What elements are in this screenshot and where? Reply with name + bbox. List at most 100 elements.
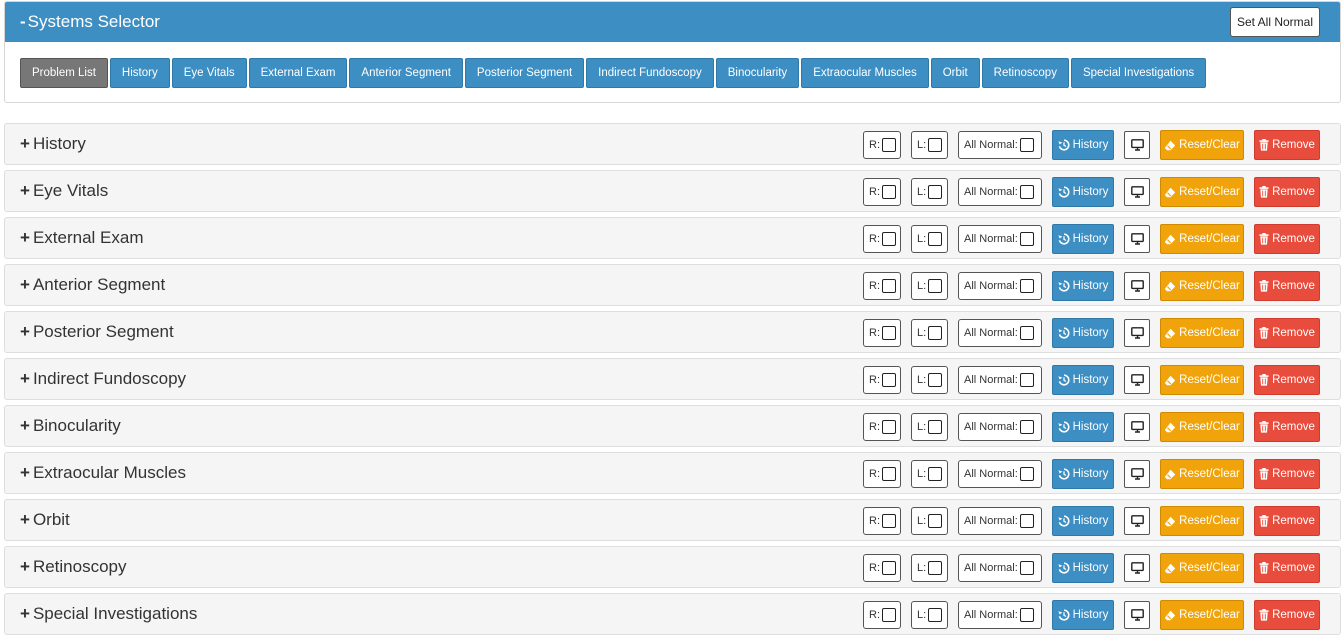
reset-clear-button[interactable]: Reset/Clear xyxy=(1160,412,1244,442)
all-normal-check-box[interactable] xyxy=(1019,138,1034,152)
remove-button[interactable]: Remove xyxy=(1254,600,1320,630)
all-normal-checkbox[interactable]: All Normal: xyxy=(958,413,1042,441)
left-eye-check-box[interactable] xyxy=(928,561,943,575)
remove-button[interactable]: Remove xyxy=(1254,224,1320,254)
left-eye-checkbox[interactable]: L: xyxy=(911,460,948,488)
section-title[interactable]: + External Exam xyxy=(20,228,143,248)
left-eye-checkbox[interactable]: L: xyxy=(911,178,948,206)
remove-button[interactable]: Remove xyxy=(1254,459,1320,489)
all-normal-checkbox[interactable]: All Normal: xyxy=(958,225,1042,253)
reset-clear-button[interactable]: Reset/Clear xyxy=(1160,506,1244,536)
display-button[interactable] xyxy=(1124,319,1150,347)
history-button[interactable]: History xyxy=(1052,459,1114,489)
system-tab-posterior-segment[interactable]: Posterior Segment xyxy=(464,58,585,88)
left-eye-check-box[interactable] xyxy=(928,279,943,293)
left-eye-check-box[interactable] xyxy=(928,185,943,199)
display-button[interactable] xyxy=(1124,460,1150,488)
section-title[interactable]: + Binocularity xyxy=(20,416,121,436)
section-title[interactable]: + Indirect Fundoscopy xyxy=(20,369,186,389)
left-eye-checkbox[interactable]: L: xyxy=(911,554,948,582)
section-title[interactable]: + Anterior Segment xyxy=(20,275,165,295)
history-button[interactable]: History xyxy=(1052,318,1114,348)
right-eye-check-box[interactable] xyxy=(882,232,896,246)
section-title[interactable]: + Extraocular Muscles xyxy=(20,463,186,483)
all-normal-checkbox[interactable]: All Normal: xyxy=(958,272,1042,300)
left-eye-checkbox[interactable]: L: xyxy=(911,366,948,394)
history-button[interactable]: History xyxy=(1052,224,1114,254)
left-eye-check-box[interactable] xyxy=(928,373,943,387)
right-eye-check-box[interactable] xyxy=(882,420,896,434)
history-button[interactable]: History xyxy=(1052,177,1114,207)
left-eye-checkbox[interactable]: L: xyxy=(911,131,948,159)
all-normal-check-box[interactable] xyxy=(1019,373,1034,387)
section-title[interactable]: + Orbit xyxy=(20,510,70,530)
right-eye-check-box[interactable] xyxy=(882,608,896,622)
right-eye-check-box[interactable] xyxy=(882,326,896,340)
right-eye-checkbox[interactable]: R: xyxy=(863,601,901,629)
left-eye-check-box[interactable] xyxy=(928,467,943,481)
remove-button[interactable]: Remove xyxy=(1254,412,1320,442)
system-tab-orbit[interactable]: Orbit xyxy=(930,58,980,88)
system-tab-problem-list[interactable]: Problem List xyxy=(20,58,108,88)
reset-clear-button[interactable]: Reset/Clear xyxy=(1160,177,1244,207)
system-tab-anterior-segment[interactable]: Anterior Segment xyxy=(349,58,463,88)
display-button[interactable] xyxy=(1124,272,1150,300)
all-normal-checkbox[interactable]: All Normal: xyxy=(958,178,1042,206)
right-eye-checkbox[interactable]: R: xyxy=(863,319,901,347)
all-normal-check-box[interactable] xyxy=(1019,279,1034,293)
system-tab-binocularity[interactable]: Binocularity xyxy=(715,58,800,88)
systems-selector-title[interactable]: - Systems Selector xyxy=(20,12,160,32)
right-eye-checkbox[interactable]: R: xyxy=(863,554,901,582)
all-normal-check-box[interactable] xyxy=(1019,467,1034,481)
display-button[interactable] xyxy=(1124,178,1150,206)
left-eye-check-box[interactable] xyxy=(928,608,943,622)
remove-button[interactable]: Remove xyxy=(1254,130,1320,160)
systems-selector-header[interactable]: - Systems Selector Set All Normal xyxy=(5,2,1340,42)
all-normal-checkbox[interactable]: All Normal: xyxy=(958,319,1042,347)
all-normal-check-box[interactable] xyxy=(1019,420,1034,434)
all-normal-checkbox[interactable]: All Normal: xyxy=(958,554,1042,582)
history-button[interactable]: History xyxy=(1052,553,1114,583)
all-normal-check-box[interactable] xyxy=(1019,514,1034,528)
right-eye-checkbox[interactable]: R: xyxy=(863,507,901,535)
left-eye-check-box[interactable] xyxy=(928,326,943,340)
system-tab-eye-vitals[interactable]: Eye Vitals xyxy=(171,58,247,88)
display-button[interactable] xyxy=(1124,225,1150,253)
left-eye-checkbox[interactable]: L: xyxy=(911,272,948,300)
section-title[interactable]: + Retinoscopy xyxy=(20,557,127,577)
system-tab-external-exam[interactable]: External Exam xyxy=(248,58,348,88)
all-normal-checkbox[interactable]: All Normal: xyxy=(958,507,1042,535)
section-title[interactable]: + Posterior Segment xyxy=(20,322,174,342)
display-button[interactable] xyxy=(1124,366,1150,394)
right-eye-check-box[interactable] xyxy=(882,138,896,152)
remove-button[interactable]: Remove xyxy=(1254,553,1320,583)
remove-button[interactable]: Remove xyxy=(1254,506,1320,536)
set-all-normal-button[interactable]: Set All Normal xyxy=(1229,7,1320,37)
history-button[interactable]: History xyxy=(1052,600,1114,630)
left-eye-check-box[interactable] xyxy=(928,420,943,434)
system-tab-extraocular-muscles[interactable]: Extraocular Muscles xyxy=(801,58,929,88)
left-eye-checkbox[interactable]: L: xyxy=(911,319,948,347)
history-button[interactable]: History xyxy=(1052,271,1114,301)
all-normal-checkbox[interactable]: All Normal: xyxy=(958,131,1042,159)
system-tab-history[interactable]: History xyxy=(109,58,170,88)
system-tab-retinoscopy[interactable]: Retinoscopy xyxy=(981,58,1069,88)
all-normal-checkbox[interactable]: All Normal: xyxy=(958,601,1042,629)
all-normal-check-box[interactable] xyxy=(1019,608,1034,622)
right-eye-check-box[interactable] xyxy=(882,279,896,293)
right-eye-check-box[interactable] xyxy=(882,561,896,575)
right-eye-check-box[interactable] xyxy=(882,185,896,199)
section-title[interactable]: + Eye Vitals xyxy=(20,181,108,201)
reset-clear-button[interactable]: Reset/Clear xyxy=(1160,130,1244,160)
reset-clear-button[interactable]: Reset/Clear xyxy=(1160,553,1244,583)
left-eye-checkbox[interactable]: L: xyxy=(911,413,948,441)
right-eye-checkbox[interactable]: R: xyxy=(863,413,901,441)
reset-clear-button[interactable]: Reset/Clear xyxy=(1160,224,1244,254)
reset-clear-button[interactable]: Reset/Clear xyxy=(1160,459,1244,489)
left-eye-checkbox[interactable]: L: xyxy=(911,601,948,629)
right-eye-checkbox[interactable]: R: xyxy=(863,366,901,394)
all-normal-check-box[interactable] xyxy=(1019,326,1034,340)
all-normal-check-box[interactable] xyxy=(1019,232,1034,246)
display-button[interactable] xyxy=(1124,601,1150,629)
system-tab-indirect-fundoscopy[interactable]: Indirect Fundoscopy xyxy=(586,58,714,88)
